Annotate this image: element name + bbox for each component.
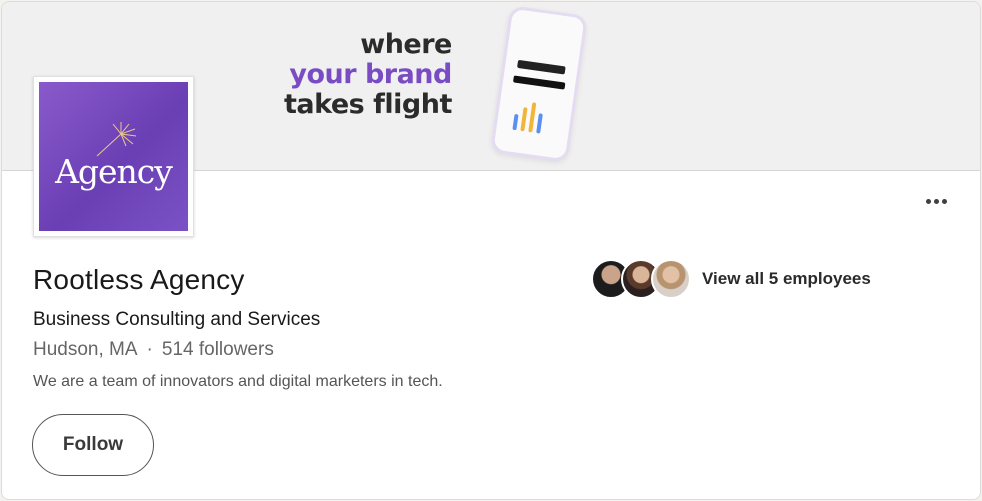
phone-button [512,75,566,90]
company-followers[interactable]: 514 followers [162,339,274,360]
banner-line-2: your brand [289,59,452,90]
more-dot-icon [925,198,931,204]
logo-wordmark: Agency [55,152,173,191]
logo-background: Agency [39,82,188,231]
follow-button[interactable]: Follow [32,414,154,476]
view-employees-label[interactable]: View all 5 employees [702,269,871,289]
company-meta: Hudson, MA · 514 followers [33,339,274,361]
more-dot-icon [941,198,947,204]
phone-illustration [490,5,588,163]
phone-card [517,59,566,75]
phone-chart-bar [536,113,543,134]
avatar [651,259,691,299]
employees-link[interactable]: View all 5 employees [591,259,871,299]
company-card: where your brand takes flight Agency Roo… [1,1,981,500]
banner-line-1: where [360,29,452,60]
banner-line-3: takes flight [284,89,452,120]
company-logo[interactable]: Agency [33,76,194,237]
employee-avatars [591,259,691,299]
phone-chart-bar [520,107,528,132]
phone-chart-bar [512,113,519,131]
phone-chart-bar [528,102,537,133]
company-location: Hudson, MA [33,339,138,360]
company-tagline: We are a team of innovators and digital … [33,373,443,390]
banner-slogan: where your brand takes flight [284,30,452,120]
company-industry: Business Consulting and Services [33,309,321,330]
company-name: Rootless Agency [33,264,245,295]
more-options-button[interactable] [914,188,958,214]
meta-separator: · [146,339,153,360]
more-dot-icon [933,198,939,204]
